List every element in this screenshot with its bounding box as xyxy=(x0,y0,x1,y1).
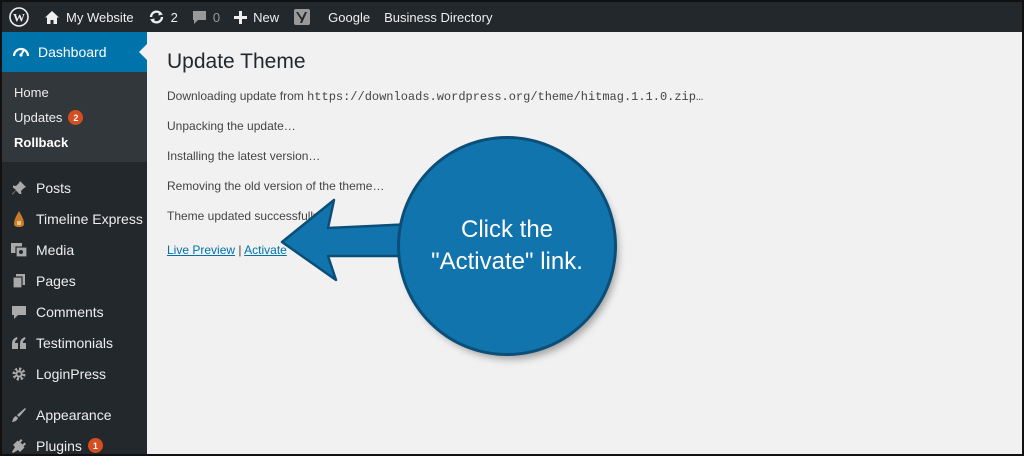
media-icon xyxy=(10,241,28,259)
sidebar-item-comments[interactable]: Comments xyxy=(2,296,147,327)
plug-icon xyxy=(10,437,28,455)
submenu-item-home[interactable]: Home xyxy=(2,80,147,105)
sidebar-item-plugins[interactable]: Plugins 1 xyxy=(2,430,147,455)
sidebar-item-posts[interactable]: Posts xyxy=(2,172,147,203)
sidebar-item-label: Appearance xyxy=(36,406,112,423)
comment-icon xyxy=(192,10,207,25)
submenu-label: Home xyxy=(14,85,49,100)
log-line: Unpacking the update… xyxy=(167,119,296,133)
sidebar-item-timeline-express[interactable]: Timeline Express xyxy=(2,203,147,234)
download-url: https://downloads.wordpress.org/theme/hi… xyxy=(307,90,704,104)
sidebar-item-appearance[interactable]: Appearance xyxy=(2,399,147,430)
site-name-link[interactable]: My Website xyxy=(37,2,141,32)
updates-badge: 2 xyxy=(68,110,84,125)
sidebar-item-pages[interactable]: Pages xyxy=(2,265,147,296)
gear-icon xyxy=(10,365,28,383)
link-separator: | xyxy=(235,243,245,257)
live-preview-link[interactable]: Live Preview xyxy=(167,243,235,257)
wordpress-logo-icon[interactable]: W xyxy=(2,2,37,32)
business-directory-link[interactable]: Business Directory xyxy=(377,2,499,32)
log-line-download: Downloading update from https://download… xyxy=(167,89,1002,119)
comments-count: 0 xyxy=(212,9,221,25)
pages-icon xyxy=(10,272,28,290)
plugins-badge: 1 xyxy=(87,438,103,453)
dashboard-icon xyxy=(12,43,30,62)
comments-link[interactable]: 0 xyxy=(185,2,227,32)
callout-bubble: Click the "Activate" link. xyxy=(400,139,614,353)
comment-icon xyxy=(10,303,28,321)
sidebar-item-label: Dashboard xyxy=(38,44,107,60)
sidebar-item-media[interactable]: Media xyxy=(2,234,147,265)
submenu-item-updates[interactable]: Updates 2 xyxy=(2,105,147,130)
sidebar-item-label: Media xyxy=(36,241,75,258)
refresh-icon xyxy=(148,9,165,25)
dashboard-submenu: Home Updates 2 Rollback xyxy=(2,72,147,162)
new-label: New xyxy=(253,9,280,25)
yoast-icon[interactable] xyxy=(286,2,318,32)
pin-icon xyxy=(10,179,28,197)
sidebar-item-label: Timeline Express xyxy=(36,210,143,227)
site-name: My Website xyxy=(66,9,134,25)
sidebar-item-label: Pages xyxy=(36,272,76,289)
svg-text:W: W xyxy=(13,11,25,25)
sidebar-item-label: Posts xyxy=(36,179,72,196)
submenu-label: Updates xyxy=(14,110,63,125)
callout-line-2: "Activate" link. xyxy=(431,248,583,275)
updates-link[interactable]: 2 xyxy=(141,2,185,32)
quote-icon xyxy=(10,334,28,352)
home-icon xyxy=(44,10,60,25)
sidebar-item-label: Testimonials xyxy=(36,334,114,351)
callout-line-1: Click the xyxy=(460,216,554,243)
sidebar-item-label: Plugins xyxy=(36,437,82,454)
updates-count: 2 xyxy=(170,9,178,25)
timeline-icon xyxy=(10,210,28,228)
sidebar-item-label: LoginPress xyxy=(36,365,107,382)
admin-sidebar: Dashboard Home Updates 2 Rollback Posts xyxy=(2,32,147,455)
plus-icon xyxy=(234,10,248,24)
submenu-item-rollback[interactable]: Rollback xyxy=(2,130,147,155)
page-title: Update Theme xyxy=(167,50,306,73)
brush-icon xyxy=(10,406,28,424)
arrow-annotation-icon xyxy=(280,198,416,282)
download-prefix: Downloading update from xyxy=(167,89,308,103)
sidebar-item-label: Comments xyxy=(36,303,104,320)
sidebar-item-loginpress[interactable]: LoginPress xyxy=(2,358,147,389)
submenu-label: Rollback xyxy=(14,135,69,150)
sidebar-item-testimonials[interactable]: Testimonials xyxy=(2,327,147,358)
new-content-link[interactable]: New xyxy=(227,2,286,32)
admin-bar: W My Website 2 0 New Google Business Dir… xyxy=(2,2,1022,32)
google-link[interactable]: Google xyxy=(318,2,377,32)
screenshot-frame: W My Website 2 0 New Google Business Dir… xyxy=(0,0,1024,456)
sidebar-item-dashboard[interactable]: Dashboard xyxy=(2,32,147,72)
